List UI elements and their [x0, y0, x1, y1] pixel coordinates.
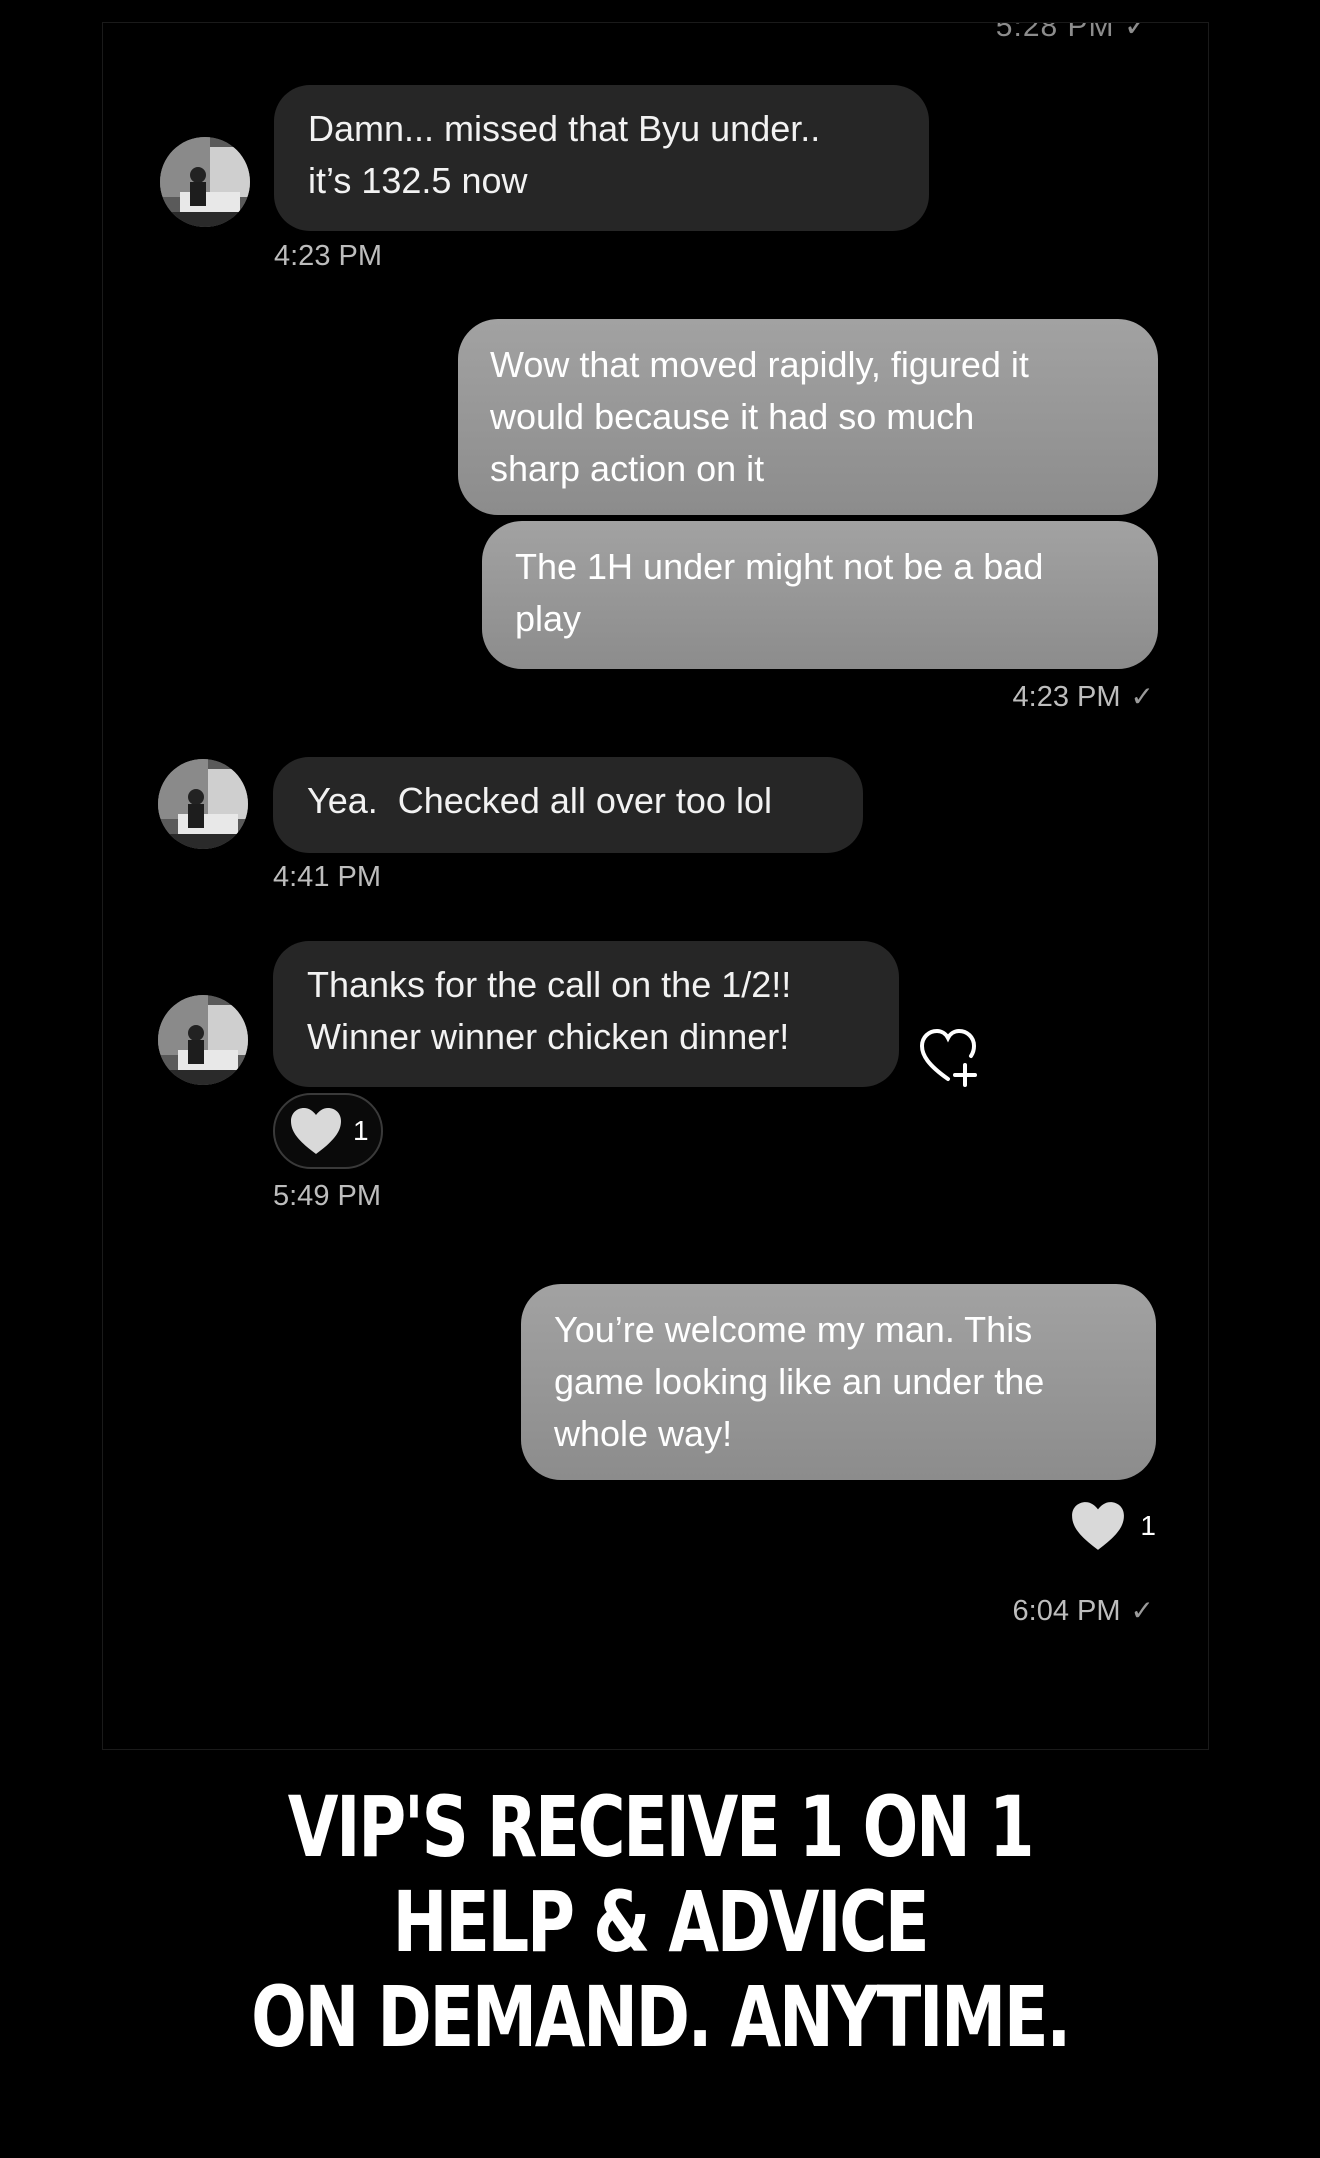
chat-screenshot: 5:28 PM ✓ Damn... missed that Byu under.… — [102, 22, 1209, 1750]
checkmark-icon: ✓ — [1130, 681, 1154, 712]
message-bubble-outgoing[interactable]: Wow that moved rapidly, figured it would… — [458, 319, 1158, 515]
message-timestamp: 4:23 PM — [274, 240, 382, 272]
reaction-count: 1 — [353, 1115, 369, 1146]
message-bubble-incoming[interactable]: Yea. Checked all over too lol — [273, 757, 863, 853]
message-timestamp: 6:04 PM — [1012, 1595, 1121, 1627]
message-timestamp: 4:41 PM — [273, 861, 381, 893]
avatar-photo — [158, 995, 248, 1085]
checkmark-icon: ✓ — [1130, 1595, 1154, 1626]
message-timestamp-row: 4:23 PM ✓ — [1013, 680, 1154, 714]
reaction-count: 1 — [1140, 1510, 1156, 1541]
message-bubble-outgoing[interactable]: You’re welcome my man. This game looking… — [521, 1284, 1156, 1480]
avatar-photo — [158, 759, 248, 849]
contact-avatar[interactable] — [160, 137, 250, 227]
cut-off-timestamp: 5:28 PM ✓ — [995, 22, 1150, 43]
promo-banner: VIP'S RECEIVE 1 ON 1 HELP & ADVICE ON DE… — [145, 1780, 1175, 2065]
message-bubble-incoming[interactable]: Thanks for the call on the 1/2!! Winner … — [273, 941, 899, 1087]
banner-line: VIP'S RECEIVE 1 ON 1 — [287, 1778, 1035, 1876]
reaction-indicator[interactable]: 1 — [1070, 1500, 1156, 1552]
message-bubble-outgoing[interactable]: The 1H under might not be a bad play — [482, 521, 1158, 669]
avatar-photo — [160, 137, 250, 227]
message-timestamp-row: 6:04 PM ✓ — [1013, 1594, 1154, 1628]
message-bubble-incoming[interactable]: Damn... missed that Byu under.. it’s 132… — [274, 85, 929, 231]
contact-avatar[interactable] — [158, 759, 248, 849]
heart-icon — [1072, 1502, 1125, 1550]
reaction-pill[interactable]: 1 — [273, 1093, 383, 1169]
banner-line: ON DEMAND. ANYTIME. — [251, 1968, 1071, 2066]
contact-avatar[interactable] — [158, 995, 248, 1085]
heart-plus-icon[interactable] — [918, 1027, 980, 1089]
heart-icon — [291, 1108, 341, 1154]
message-timestamp: 5:49 PM — [273, 1180, 381, 1212]
banner-line: HELP & ADVICE — [392, 1873, 930, 1971]
message-timestamp: 4:23 PM — [1012, 681, 1121, 713]
